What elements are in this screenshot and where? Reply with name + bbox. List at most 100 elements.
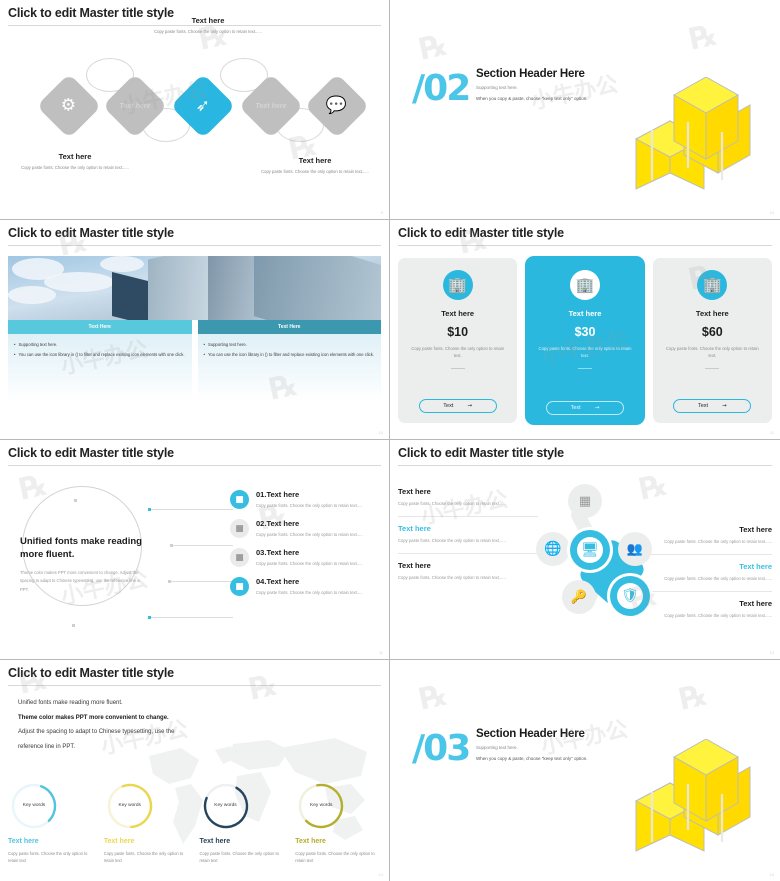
donut-cell[interactable]: Key words Text here Copy paste fonts. Ch… [104, 780, 190, 865]
arrow-right-icon: → [467, 403, 472, 409]
people-chart-icon: ■ [230, 548, 249, 567]
pricing-card-premium[interactable]: 🏢 Text here $60 Copy paste fonts. Choose… [652, 258, 772, 423]
donut-keyword: Key words [214, 803, 237, 809]
list-item[interactable]: ■ 01.Text here Copy paste fonts. Choose … [230, 490, 381, 509]
globe-icon-node[interactable]: 🌐 [536, 532, 570, 566]
circle-marker [74, 499, 77, 502]
page-number: 13 [769, 650, 774, 655]
card-description: Copy paste fonts. Choose the only option… [538, 346, 632, 359]
pricing-card-basic[interactable]: 🏢 Text here $10 Copy paste fonts. Choose… [398, 258, 518, 423]
donut-cell[interactable]: Key words Text here Copy paste fonts. Ch… [8, 780, 94, 865]
title-rule [8, 245, 381, 246]
shield-check-icon-node-active[interactable]: 🛡 [610, 576, 650, 616]
donut-title: Text here [8, 837, 39, 845]
title-rule [8, 465, 381, 466]
donut-chart-2: Key words [104, 780, 156, 832]
list-item-title: 02.Text here [256, 519, 300, 528]
page-title: Click to edit Master title style [8, 666, 174, 680]
title-rule [398, 245, 772, 246]
donut-cell[interactable]: Key words Text here Copy paste fonts. Ch… [200, 780, 286, 865]
info-panels: Text Here • Supporting text here. • You ca… [8, 320, 381, 421]
section-number: /03 [412, 728, 471, 769]
panel-body-2: • Supporting text here. • You can use the … [197, 334, 381, 421]
paragraph-line-3: Adjust the spacing to adapt to Chinese t… [18, 729, 175, 736]
info-panel-1[interactable]: Text Here • Supporting text here. • You ca… [8, 320, 192, 421]
list-item[interactable]: ■ 03.Text here Copy paste fonts. Choose … [230, 548, 381, 567]
building-icon: 🏢 [442, 270, 473, 300]
settings-gear-icon: ⚙ [61, 95, 77, 116]
cta-label: Text [570, 405, 581, 411]
slide-network-nodes[interactable]: Click to edit Master title style Text he… [390, 440, 780, 660]
building-icon: 🏢 [697, 270, 728, 300]
callout-title-left: Text here [58, 152, 92, 161]
callout-body-right: Copy paste fonts. Choose the only option… [261, 169, 369, 174]
circle-marker [72, 624, 75, 627]
diamond-label: Text here [255, 102, 287, 110]
network-text-item[interactable]: Text here Copy paste fonts. Choose the o… [398, 554, 538, 590]
info-panel-2[interactable]: Text Here • Supporting text here. • You ca… [197, 320, 381, 421]
arrow-right-icon: → [722, 403, 727, 409]
page-title: Click to edit Master title style [8, 226, 174, 240]
network-diagram: ▦ 🌐 🖥 👥 🔑 🛡 [528, 484, 668, 634]
numbered-list: ■ 01.Text here Copy paste fonts. Choose … [230, 490, 381, 606]
pricing-card-featured[interactable]: 🏢 Text here $30 Copy paste fonts. Choose… [525, 256, 645, 425]
donut-chart-1: Key words [8, 780, 60, 832]
card-price: $60 [701, 325, 723, 339]
page-number: 11 [769, 430, 774, 435]
section-heading-block: Section Header Here Supporting text here… [476, 728, 588, 761]
slide-section-header-03[interactable]: /03 Section Header Here Supporting text … [390, 660, 780, 881]
page-number: 10 [378, 430, 383, 435]
left-text-column: Text here Copy paste fonts. Choose the o… [398, 480, 538, 590]
isometric-boxes-illustration [634, 77, 751, 190]
monitor-globe-icon: 🖥 [577, 537, 603, 563]
section-heading-block: Section Header Here Supporting text here… [476, 68, 588, 101]
section-subtext-2: When you copy & paste, choose "keep text… [476, 756, 588, 761]
item-body: Copy paste fonts. Choose the only option… [398, 537, 506, 543]
section-subtext-1: Supporting text here. [476, 85, 518, 90]
sitemap-icon: ▦ [578, 493, 592, 509]
people-chart-icon: ■ [230, 490, 249, 509]
list-item-body: Copy paste fonts. Choose the only option… [256, 532, 363, 537]
paragraph-block: Unified fonts make reading more fluent. … [18, 696, 268, 755]
slide-pricing-cards[interactable]: Click to edit Master title style 🏢 Text … [390, 220, 780, 440]
connector-line [151, 509, 233, 510]
slide-section-header-02[interactable]: /02 Section Header Here Supporting text … [390, 0, 780, 220]
callout-title-right: Text here [298, 156, 332, 165]
donut-body: Copy paste fonts. Choose the only option… [295, 850, 375, 864]
globe-icon: 🌐 [544, 541, 562, 557]
list-item[interactable]: ■ 04.Text here Copy paste fonts. Choose … [230, 577, 381, 596]
card-cta-button[interactable]: Text → [673, 399, 752, 413]
donut-chart-3: Key words [200, 780, 252, 832]
user-settings-icon-node[interactable]: 👥 [618, 532, 652, 566]
donut-title: Text here [103, 837, 135, 845]
card-description: Copy paste fonts. Choose the only option… [665, 346, 759, 359]
network-text-item[interactable]: Text here Copy paste fonts. Choose the o… [398, 517, 538, 554]
card-cta-button[interactable]: Text → [418, 399, 497, 413]
building-photo [8, 256, 381, 320]
sitemap-icon-node[interactable]: ▦ [568, 484, 602, 518]
card-cta-button[interactable]: Text → [545, 401, 624, 415]
donut-cell[interactable]: Key words Text here Copy paste fonts. Ch… [295, 780, 381, 865]
card-description: Copy paste fonts. Choose the only option… [411, 346, 505, 359]
donut-body: Copy paste fonts. Choose the only option… [103, 850, 184, 864]
list-item[interactable]: ■ 02.Text here Copy paste fonts. Choose … [230, 519, 381, 538]
headline: Unified fonts make reading more fluent. [20, 536, 142, 560]
network-text-item[interactable]: Text here Copy paste fonts. Choose the o… [398, 480, 538, 517]
slide-photo-two-panels[interactable]: Click to edit Master title style Text He… [0, 220, 390, 440]
donut-chart-4: Key words [295, 780, 347, 832]
cta-label: Text [697, 403, 709, 409]
slide-world-map-donuts[interactable]: Click to edit Master title style Unified… [0, 660, 390, 881]
page-number: 9 [380, 210, 383, 215]
diamond-chain: ⚙ Text here ➶ Text here 💬 [8, 58, 381, 152]
page-title: Click to edit Master title style [8, 446, 174, 460]
slide-process-diamonds[interactable]: Click to edit Master title style ⚙ Text … [0, 0, 390, 220]
isometric-boxes-illustration [634, 739, 751, 852]
list-item-body: Copy paste fonts. Choose the only option… [256, 503, 363, 508]
monitor-globe-icon-node-active[interactable]: 🖥 [570, 530, 610, 570]
building-icon: 🏢 [569, 270, 600, 300]
key-icon-node[interactable]: 🔑 [562, 580, 596, 614]
donut-keyword: Key words [118, 803, 141, 809]
divider [577, 368, 592, 370]
slide-circle-numbered-list[interactable]: Click to edit Master title style Unified… [0, 440, 390, 660]
paragraph-line-2: Theme color makes PPT more convenient to… [18, 714, 169, 721]
